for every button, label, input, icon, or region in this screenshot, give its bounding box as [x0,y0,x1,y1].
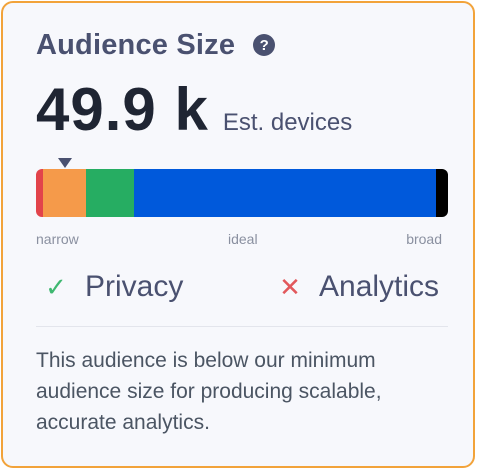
question-circle-icon[interactable]: ? [253,34,276,56]
analytics-label: Analytics [319,270,440,303]
audience-scale-bar [36,169,448,217]
scale-segment-too-narrow [36,169,43,217]
analytics-status: ✕ Analytics [275,265,439,309]
estimate-row: 49.9 k Est. devices [36,75,352,143]
scale-label-broad: broad [406,231,442,247]
estimate-unit-label: Est. devices [222,109,353,136]
scale-label-narrow: narrow [36,231,79,247]
audience-size-card: Audience Size ? 49.9 k Est. devices narr… [1,1,475,468]
scale-segment-too-broad [435,169,448,217]
privacy-label: Privacy [85,270,184,303]
scale-label-ideal: ideal [228,231,258,247]
title-row: Audience Size ? [36,25,276,65]
card-title: Audience Size [36,28,236,61]
privacy-status: ✓ Privacy [41,265,183,309]
scale-segment-ideal [134,169,436,217]
scale-segment-okay [86,169,135,217]
position-marker-icon [57,158,72,168]
close-icon: ✕ [279,271,301,302]
scale-segment-narrow [43,169,87,217]
audience-warning-message: This audience is below our minimum audie… [36,349,382,434]
estimate-value: 49.9 k [36,76,209,143]
divider [36,326,448,327]
check-icon: ✓ [45,271,67,302]
